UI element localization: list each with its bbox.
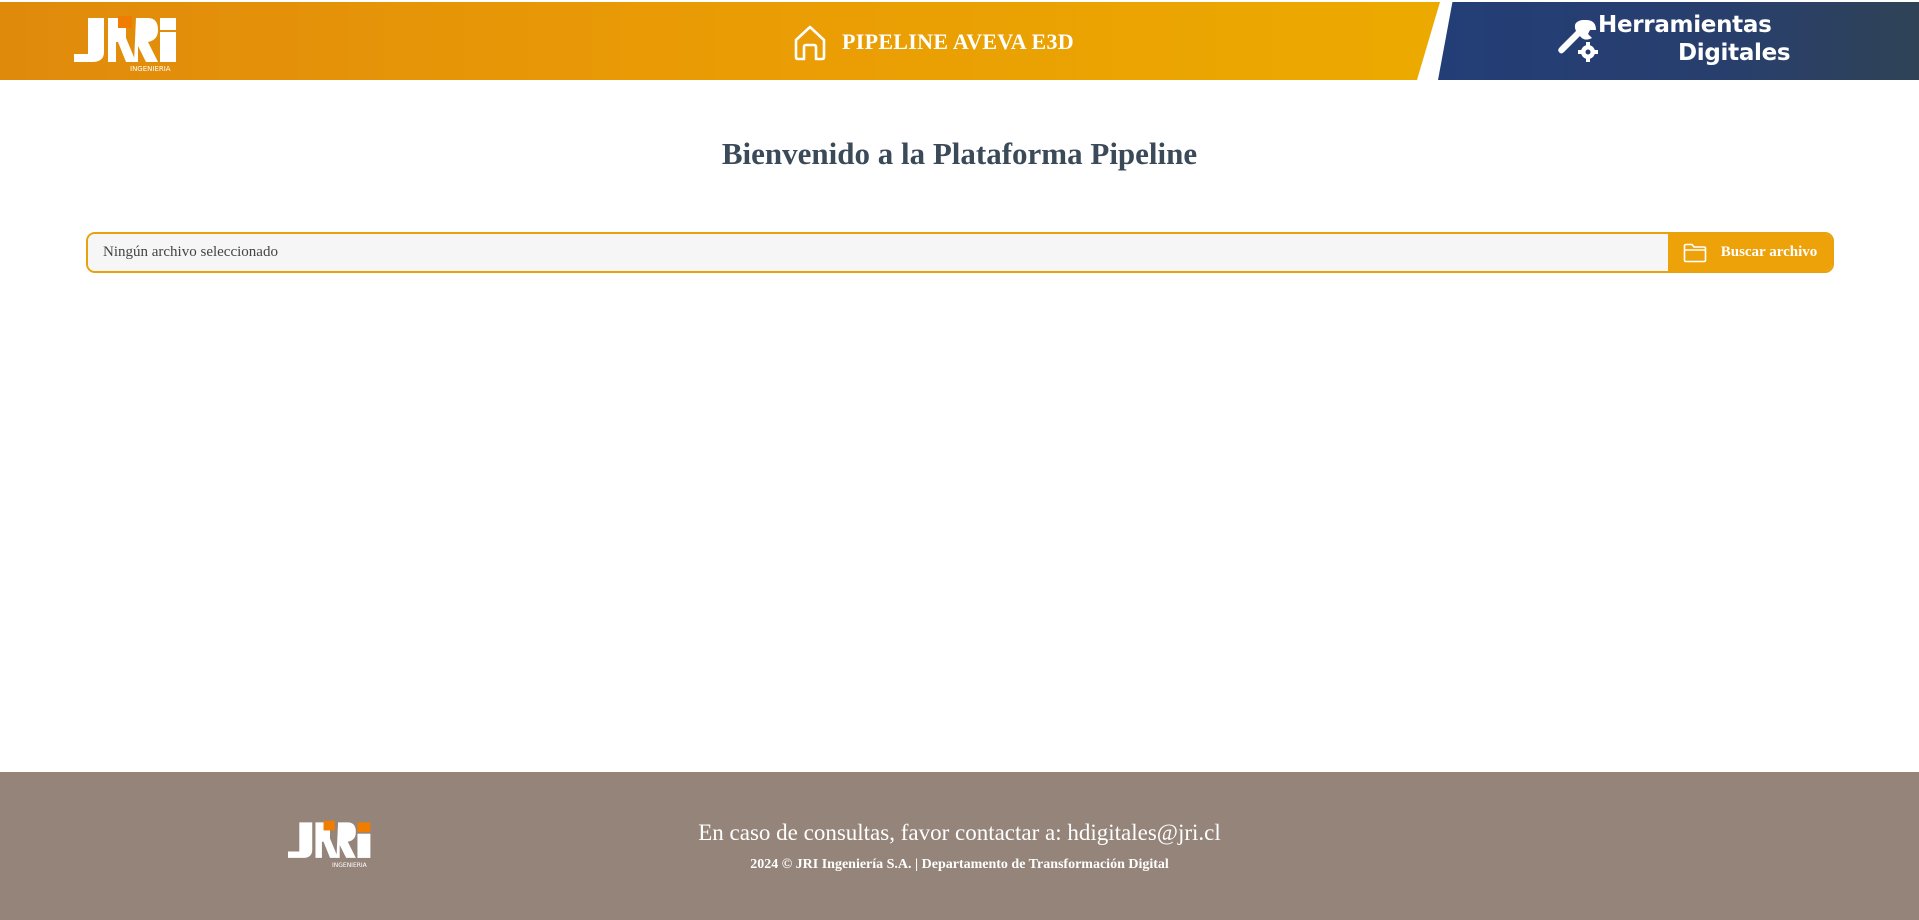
header-orange-band bbox=[0, 2, 1440, 80]
home-icon bbox=[794, 25, 826, 61]
file-status-field[interactable]: Ningún archivo seleccionado bbox=[88, 234, 1668, 271]
herramientas-digitales-brand[interactable]: Herramientas Digitales bbox=[1556, 12, 1796, 72]
brand-line-2: Digitales bbox=[1678, 40, 1791, 66]
header-title: PIPELINE AVEVA E3D bbox=[842, 29, 1074, 54]
logo-subtext: INGENIERIA bbox=[130, 65, 171, 73]
folder-icon bbox=[1683, 243, 1707, 262]
top-header: INGENIERIA PIPELINE AVEVA E3D Herramient… bbox=[0, 0, 1919, 80]
brand-line-1: Herramientas bbox=[1598, 12, 1772, 38]
home-link[interactable]: PIPELINE AVEVA E3D bbox=[790, 22, 1074, 62]
wrench-gear-icon bbox=[1558, 20, 1598, 62]
browse-file-button[interactable]: Buscar archivo bbox=[1668, 234, 1832, 271]
browse-file-label: Buscar archivo bbox=[1720, 244, 1818, 260]
file-picker[interactable]: Ningún archivo seleccionado Buscar archi… bbox=[86, 232, 1834, 273]
page-title: Bienvenido a la Plataforma Pipeline bbox=[721, 136, 1198, 171]
footer-logo-subtext: INGENIERIA bbox=[332, 862, 367, 869]
